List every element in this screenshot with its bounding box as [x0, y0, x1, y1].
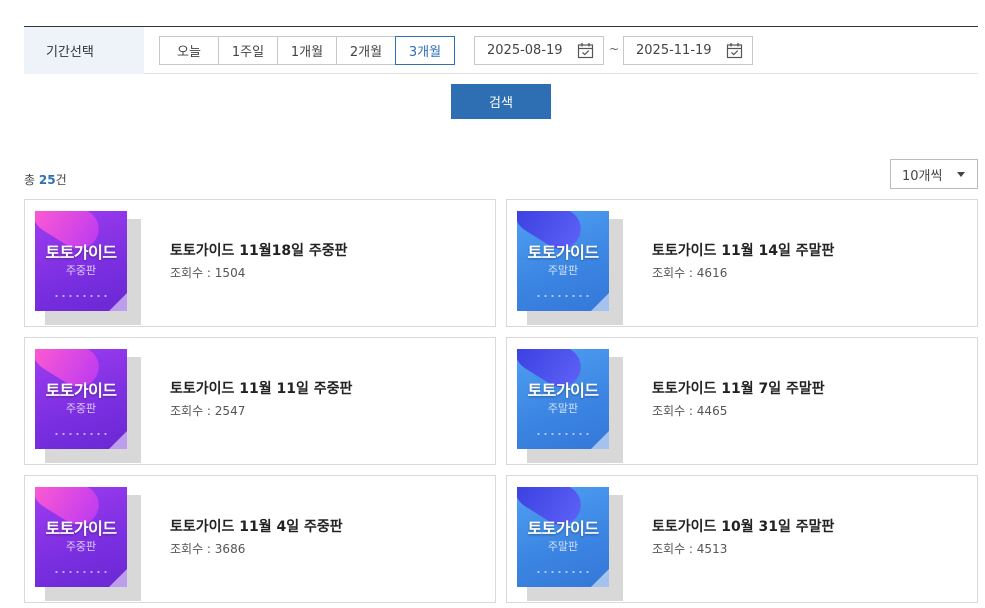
guide-view-count: 조회수 : 4616: [652, 264, 727, 281]
view-count-label: 조회수 :: [170, 266, 215, 280]
end-date-input[interactable]: 2025-11-19: [623, 36, 753, 65]
guide-card[interactable]: 토토가이드주중판 토토가이드 11월 4일 주중판 조회수 : 3686: [24, 475, 496, 603]
thumbnail-subtitle: 주중판: [65, 540, 97, 553]
guide-thumbnail: 토토가이드주말판: [517, 349, 623, 463]
thumbnail-subtitle: 주말판: [547, 540, 579, 553]
total-suffix: 건: [55, 173, 67, 187]
guide-title[interactable]: 토토가이드 11월 14일 주말판: [652, 240, 834, 260]
guide-view-count: 조회수 : 2547: [170, 402, 245, 419]
guide-card[interactable]: 토토가이드주중판 토토가이드 11월18일 주중판 조회수 : 1504: [24, 199, 496, 327]
thumbnail-title: 토토가이드: [527, 381, 599, 400]
period-1week-button[interactable]: 1주일: [218, 36, 278, 65]
per-page-select[interactable]: 10개씩: [890, 159, 978, 189]
guide-card[interactable]: 토토가이드주중판 토토가이드 11월 11일 주중판 조회수 : 2547: [24, 337, 496, 465]
thumbnail-subtitle: 주중판: [65, 402, 97, 415]
start-date-input[interactable]: 2025-08-19: [474, 36, 604, 65]
end-date-value: 2025-11-19: [636, 43, 712, 58]
thumbnail-subtitle: 주중판: [65, 264, 97, 277]
caret-down-icon: [957, 172, 965, 177]
thumbnail-title: 토토가이드: [45, 243, 117, 262]
guide-title[interactable]: 토토가이드 11월18일 주중판: [170, 240, 348, 260]
view-count-label: 조회수 :: [170, 542, 215, 556]
view-count-value: 2547: [214, 404, 246, 418]
thumbnail-title: 토토가이드: [527, 519, 599, 538]
view-count-value: 4616: [696, 266, 728, 280]
period-today-button[interactable]: 오늘: [159, 36, 219, 65]
guide-thumbnail: 토토가이드주말판: [517, 211, 623, 325]
guide-thumbnail: 토토가이드주중판: [35, 487, 141, 601]
guide-view-count: 조회수 : 4513: [652, 540, 727, 557]
search-button[interactable]: 검색: [451, 84, 551, 119]
guide-title[interactable]: 토토가이드 11월 11일 주중판: [170, 378, 352, 398]
guide-thumbnail: 토토가이드주중판: [35, 211, 141, 325]
view-count-label: 조회수 :: [170, 404, 215, 418]
period-1month-button[interactable]: 1개월: [277, 36, 337, 65]
total-prefix: 총: [24, 173, 39, 187]
view-count-label: 조회수 :: [652, 542, 697, 556]
guide-title[interactable]: 토토가이드 10월 31일 주말판: [652, 516, 834, 536]
period-3month-button[interactable]: 3개월: [395, 36, 455, 65]
period-filter-label: 기간선택: [24, 27, 144, 74]
guide-card[interactable]: 토토가이드주말판 토토가이드 10월 31일 주말판 조회수 : 4513: [506, 475, 978, 603]
total-count: 총 25건: [24, 171, 67, 188]
guide-view-count: 조회수 : 3686: [170, 540, 245, 557]
guide-card[interactable]: 토토가이드주말판 토토가이드 11월 7일 주말판 조회수 : 4465: [506, 337, 978, 465]
view-count-label: 조회수 :: [652, 404, 697, 418]
view-count-value: 3686: [214, 542, 246, 556]
view-count-value: 1504: [214, 266, 246, 280]
view-count-value: 4465: [696, 404, 728, 418]
period-2month-button[interactable]: 2개월: [336, 36, 396, 65]
date-range-separator: ~: [609, 42, 620, 56]
thumbnail-subtitle: 주말판: [547, 264, 579, 277]
guide-view-count: 조회수 : 1504: [170, 264, 245, 281]
view-count-value: 4513: [696, 542, 728, 556]
period-filter-bar: 기간선택 오늘 1주일 1개월 2개월 3개월 2025-08-19 ~ 202…: [24, 26, 978, 74]
total-count-value: 25: [38, 173, 56, 187]
thumbnail-subtitle: 주말판: [547, 402, 579, 415]
guide-thumbnail: 토토가이드주중판: [35, 349, 141, 463]
guide-view-count: 조회수 : 4465: [652, 402, 727, 419]
guide-thumbnail: 토토가이드주말판: [517, 487, 623, 601]
period-button-group: 오늘 1주일 1개월 2개월 3개월: [159, 36, 455, 65]
guide-title[interactable]: 토토가이드 11월 7일 주말판: [652, 378, 825, 398]
start-date-value: 2025-08-19: [487, 43, 563, 58]
view-count-label: 조회수 :: [652, 266, 697, 280]
calendar-icon[interactable]: [577, 42, 594, 63]
guide-card[interactable]: 토토가이드주말판 토토가이드 11월 14일 주말판 조회수 : 4616: [506, 199, 978, 327]
thumbnail-title: 토토가이드: [45, 381, 117, 400]
thumbnail-title: 토토가이드: [527, 243, 599, 262]
calendar-icon[interactable]: [726, 42, 743, 63]
guide-title[interactable]: 토토가이드 11월 4일 주중판: [170, 516, 343, 536]
per-page-value: 10개씩: [902, 168, 943, 184]
thumbnail-title: 토토가이드: [45, 519, 117, 538]
